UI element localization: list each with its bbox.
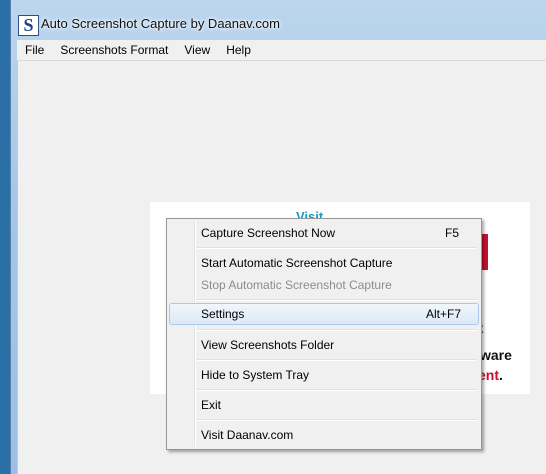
menu-item-exit[interactable]: Exit xyxy=(169,394,477,416)
menu-item-stop-auto: Stop Automatic Screenshot Capture xyxy=(169,274,477,296)
menu-item-label: Hide to System Tray xyxy=(201,368,310,382)
banner-text-ent-dot: . xyxy=(499,367,503,383)
menu-separator xyxy=(197,299,477,301)
menu-separator xyxy=(197,359,477,361)
menu-item-capture-now[interactable]: Capture Screenshot Now F5 xyxy=(169,222,477,244)
menu-separator xyxy=(197,329,477,331)
menu-help[interactable]: Help xyxy=(218,40,259,60)
menu-item-label: Capture Screenshot Now xyxy=(201,226,336,240)
menu-bar: File Screenshots Format View Help xyxy=(17,40,546,61)
menu-item-view-folder[interactable]: View Screenshots Folder xyxy=(169,334,477,356)
menu-item-start-auto[interactable]: Start Automatic Screenshot Capture xyxy=(169,252,477,274)
title-bar[interactable]: S Auto Screenshot Capture by Daanav.com xyxy=(11,0,546,40)
app-logo-icon: S xyxy=(18,15,39,36)
menu-separator xyxy=(197,419,477,421)
banner-text-ware: ware xyxy=(480,347,512,363)
menu-item-hide-tray[interactable]: Hide to System Tray xyxy=(169,364,477,386)
menu-item-label: Start Automatic Screenshot Capture xyxy=(201,256,393,270)
menu-item-label: Stop Automatic Screenshot Capture xyxy=(201,278,392,292)
menu-item-label: View Screenshots Folder xyxy=(201,338,335,352)
menu-item-label: Settings xyxy=(201,307,245,321)
menu-view[interactable]: View xyxy=(176,40,218,60)
menu-item-settings[interactable]: Settings Alt+F7 xyxy=(169,303,479,325)
menu-item-shortcut: Alt+F7 xyxy=(425,307,461,321)
menu-item-label: Exit xyxy=(201,398,222,412)
window-title: Auto Screenshot Capture by Daanav.com xyxy=(41,16,280,31)
menu-item-shortcut: F5 xyxy=(444,226,459,240)
menu-file[interactable]: File xyxy=(17,40,52,60)
menu-separator xyxy=(197,247,477,249)
menu-separator xyxy=(197,389,477,391)
menu-item-visit-site[interactable]: Visit Daanav.com xyxy=(169,424,477,446)
menu-screenshots-format[interactable]: Screenshots Format xyxy=(52,40,176,60)
context-menu: Capture Screenshot Now F5 Start Automati… xyxy=(166,218,482,450)
menu-item-label: Visit Daanav.com xyxy=(201,428,294,442)
